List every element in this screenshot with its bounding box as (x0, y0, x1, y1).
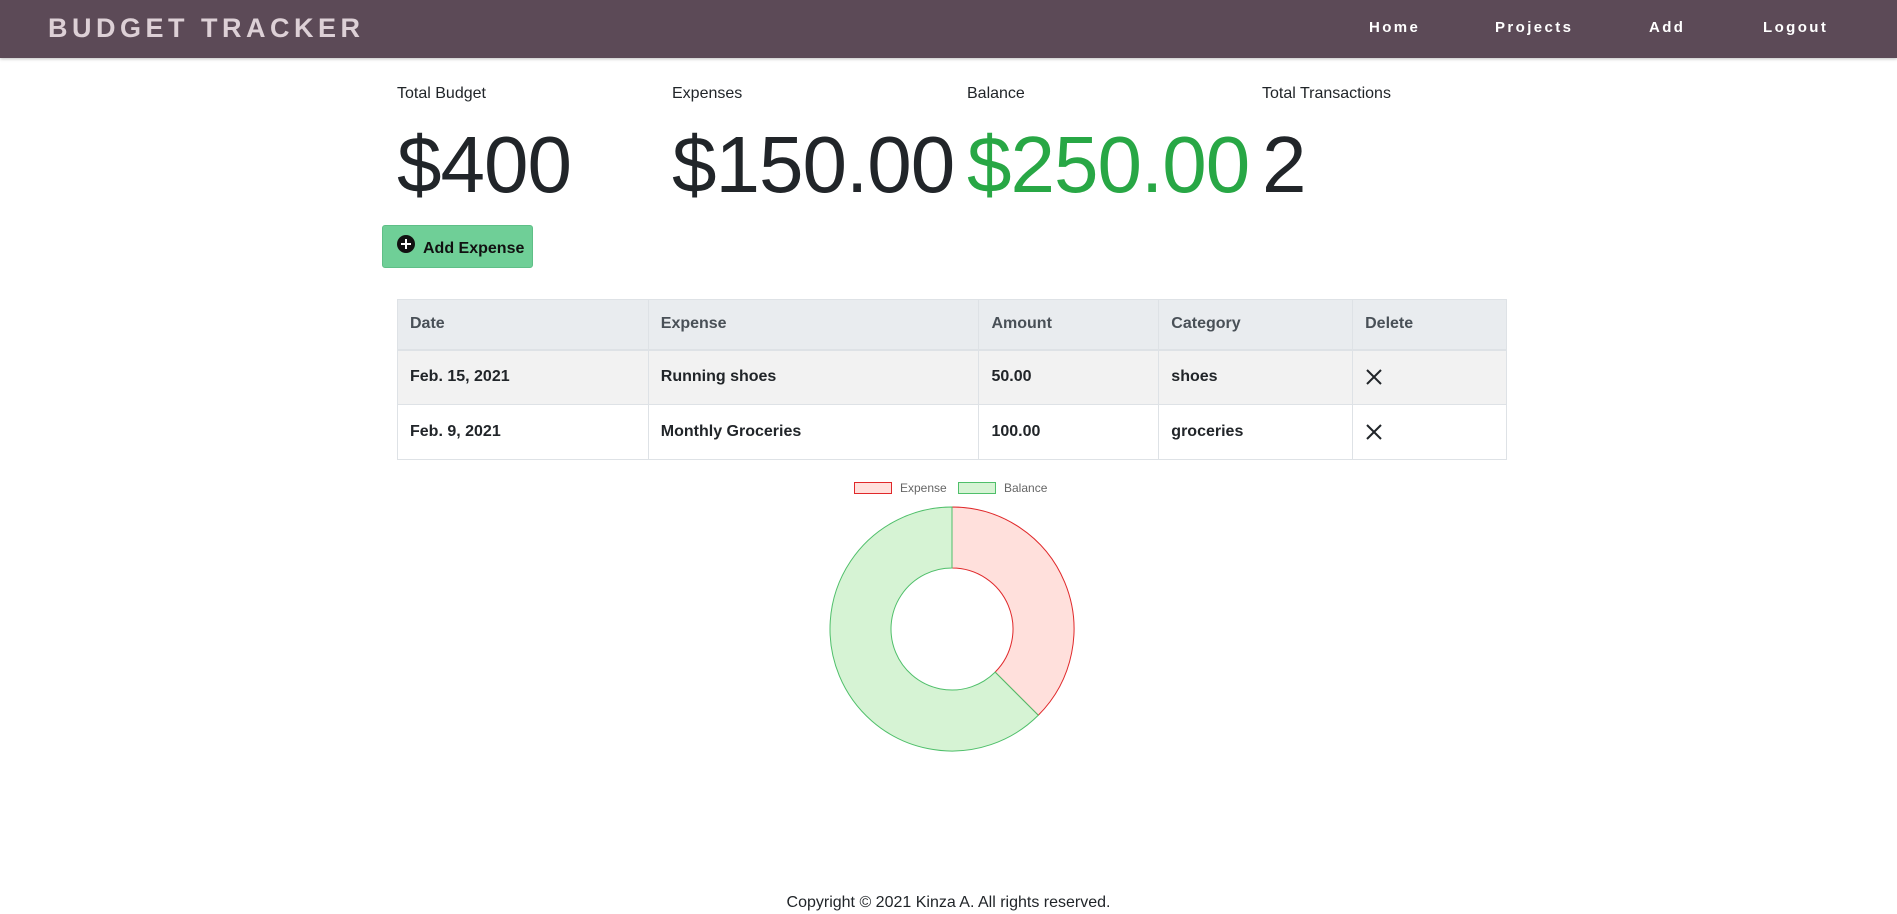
stat-balance-value: $250.00 (967, 120, 1250, 209)
cell-expense: Monthly Groceries (647, 404, 980, 460)
col-header-expense: Expense (647, 299, 980, 351)
slice-expense[interactable] (951, 506, 1075, 716)
cell-amount: 50.00 (978, 349, 1160, 405)
table-row: Feb. 15, 2021 Running shoes 50.00 shoes (397, 349, 1507, 405)
stat-total-budget-label: Total Budget (397, 85, 486, 102)
stat-balance-label: Balance (967, 85, 1025, 102)
cell-amount: 100.00 (978, 404, 1160, 460)
cell-delete (1352, 404, 1507, 460)
add-expense-label: Add Expense (423, 240, 525, 257)
col-header-date: Date (397, 299, 649, 351)
plus-circle-icon (397, 235, 415, 253)
nav-projects[interactable]: Projects (1495, 19, 1573, 36)
table-header-row: Date Expense Amount Category Delete (397, 299, 1507, 351)
close-icon[interactable] (1365, 368, 1383, 386)
cell-category: shoes (1158, 349, 1354, 405)
cell-category: groceries (1158, 404, 1354, 460)
cell-delete (1352, 349, 1507, 405)
cell-date: Feb. 9, 2021 (397, 404, 649, 460)
expense-balance-chart: Expense Balance (820, 476, 1090, 756)
brand-logo[interactable]: BUDGET TRACKER (48, 13, 365, 44)
col-header-category: Category (1158, 299, 1354, 351)
nav-logout[interactable]: Logout (1763, 19, 1828, 36)
doughnut-svg (829, 506, 1075, 752)
cell-date: Feb. 15, 2021 (397, 349, 649, 405)
stat-total-budget-value: $400 (397, 120, 572, 209)
add-expense-button[interactable]: Add Expense (382, 225, 533, 268)
expenses-table: Date Expense Amount Category Delete Feb.… (397, 299, 1507, 460)
table-row: Feb. 9, 2021 Monthly Groceries 100.00 gr… (397, 404, 1507, 460)
stat-transactions-label: Total Transactions (1262, 85, 1391, 102)
stat-expenses-label: Expenses (672, 85, 743, 102)
col-header-delete: Delete (1352, 299, 1507, 351)
close-icon[interactable] (1365, 423, 1383, 441)
nav-add[interactable]: Add (1649, 19, 1685, 36)
nav-home[interactable]: Home (1369, 19, 1420, 36)
stat-expenses-value: $150.00 (672, 120, 955, 209)
col-header-amount: Amount (978, 299, 1160, 351)
stat-transactions-value: 2 (1262, 120, 1306, 209)
cell-expense: Running shoes (647, 349, 980, 405)
footer-copyright: Copyright © 2021 Kinza A. All rights res… (786, 894, 1111, 911)
navbar: BUDGET TRACKER Home Projects Add Logout (0, 0, 1897, 58)
